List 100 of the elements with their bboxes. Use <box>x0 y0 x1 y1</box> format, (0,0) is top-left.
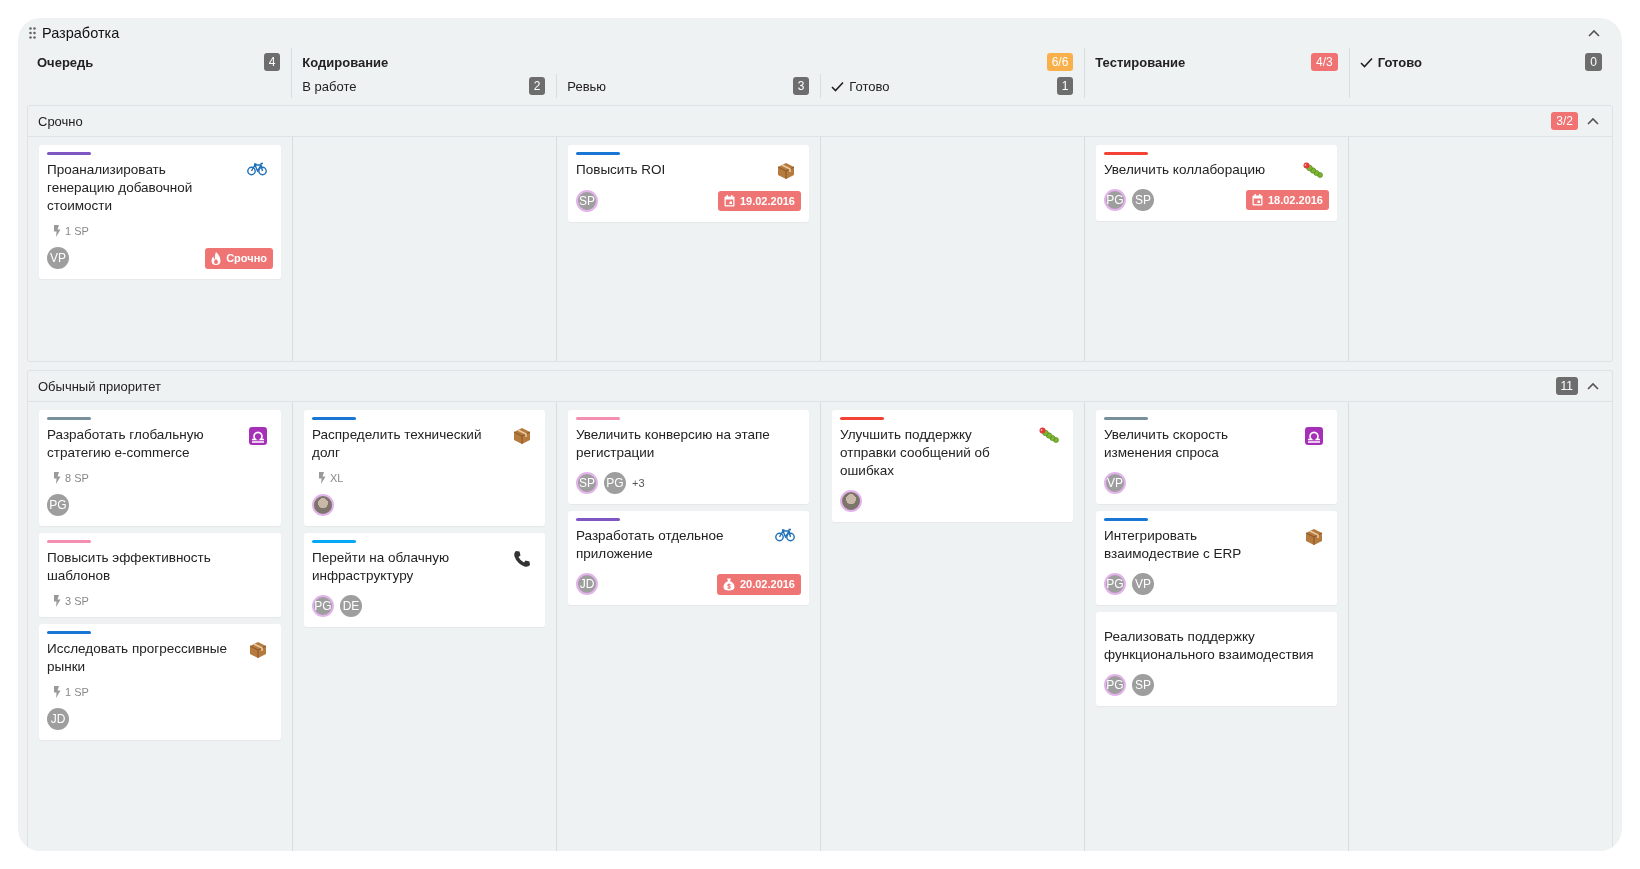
task-card[interactable]: Улучшить поддержку отправки сообщений об ошибках <box>832 410 1073 522</box>
collapse-chevron-icon[interactable] <box>1587 382 1599 390</box>
avatar-initials[interactable]: SP <box>576 190 598 212</box>
package-icon <box>249 641 267 659</box>
tag-text: 18.02.2016 <box>1267 194 1323 206</box>
bicycle-icon <box>775 528 795 542</box>
lightning-icon <box>53 595 61 607</box>
task-card[interactable]: Увеличить коллаборацию PG SP 18.02.2016 <box>1096 145 1337 221</box>
caterpillar-icon <box>1303 162 1323 178</box>
card-title: Перейти на облачную инфраструктуру <box>312 549 451 585</box>
avatar-initials[interactable]: DE <box>340 595 362 617</box>
swimlane-title: Срочно <box>38 113 84 129</box>
column-title: Кодирование <box>302 54 389 70</box>
count-badge: 1 <box>1056 77 1074 95</box>
avatar-initials[interactable]: VP <box>1104 472 1126 494</box>
task-card[interactable]: Повысить ROI SP 19.02.2016 <box>568 145 809 222</box>
task-card[interactable]: Увеличить конверсию на этапе регистрации SP PG +3 <box>568 410 809 504</box>
task-card[interactable]: Разработать отдельное приложение JD 20.02.2016 <box>568 511 809 605</box>
count-badge: 4/3 <box>1310 53 1338 71</box>
estimate-text: 1 SP <box>65 686 89 698</box>
card-title: Разработать глобальную стратегию e-commerce <box>47 426 205 462</box>
task-card[interactable]: Распределить технический долг XL <box>304 410 545 526</box>
package-icon <box>513 427 531 445</box>
card-title: Повысить ROI <box>576 161 667 179</box>
avatar-initials[interactable]: PG <box>1104 573 1126 595</box>
package-icon <box>777 162 795 180</box>
task-card[interactable]: Повысить эффективность шаблонов 3 SP <box>39 533 281 617</box>
card-title: Увеличить конверсию на этапе регистрации <box>576 426 771 462</box>
lightning-icon <box>318 472 326 484</box>
collapse-chevron-icon[interactable] <box>1587 117 1599 125</box>
subcolumn-title: Ревью <box>567 78 607 94</box>
estimate-text: 1 SP <box>65 225 89 237</box>
column-title: Готово <box>1377 54 1422 70</box>
avatar-initials[interactable]: VP <box>47 247 69 269</box>
check-icon <box>1359 56 1373 68</box>
count-badge: 3/2 <box>1551 112 1578 130</box>
libra-icon <box>249 427 267 445</box>
count-badge: 0 <box>1585 53 1602 71</box>
task-card[interactable]: Исследовать прогрессивные рынки 1 SP JD <box>39 624 281 740</box>
money-bag-icon <box>722 577 735 591</box>
calendar-icon <box>1251 194 1263 206</box>
card-title: Улучшить поддержку отправки сообщений об ошибках <box>840 426 991 480</box>
tag-text: 20.02.2016 <box>739 578 795 590</box>
board-title: Разработка <box>42 25 121 41</box>
column-title: Тестирование <box>1095 54 1186 70</box>
task-card[interactable]: Разработать глобальную стратегию e-commerce 8 SP PG <box>39 410 281 526</box>
avatar-initials[interactable]: SP <box>1132 189 1154 211</box>
task-card[interactable]: Интегрировать взаимодествие с ERP PG VP <box>1096 511 1337 605</box>
avatar-initials[interactable]: JD <box>576 573 598 595</box>
libra-icon <box>1305 427 1323 445</box>
task-card[interactable]: Реализовать поддержку функционального взаимодествия PG SP <box>1096 612 1337 706</box>
column-title: Очередь <box>37 54 94 70</box>
flame-icon <box>211 251 222 265</box>
avatar-initials[interactable]: SP <box>576 472 598 494</box>
more-assignees-count[interactable]: +3 <box>632 477 645 489</box>
avatar-initials[interactable]: JD <box>47 708 69 730</box>
count-badge: 4 <box>263 53 281 71</box>
estimate-text: 8 SP <box>65 472 89 484</box>
estimate-text: 3 SP <box>65 595 89 607</box>
task-card[interactable]: Перейти на облачную инфраструктуру PG DE <box>304 533 545 627</box>
tag-text: Срочно <box>226 252 267 264</box>
swimlane-title: Обычный приоритет <box>38 378 162 394</box>
estimate-text: XL <box>330 472 344 484</box>
tag-text: 19.02.2016 <box>739 195 795 207</box>
card-title: Проанализировать генерацию добавочной стоимости <box>47 161 194 215</box>
count-badge: 6/6 <box>1046 53 1074 71</box>
avatar-initials[interactable]: PG <box>1104 674 1126 696</box>
drag-handle-icon[interactable] <box>29 27 36 39</box>
card-title: Увеличить коллаборацию <box>1104 161 1267 179</box>
task-card[interactable]: Проанализировать генерацию добавочной стоимости 1 SP VP Срочно <box>39 145 281 279</box>
subcolumn-title: В работе <box>302 78 357 94</box>
calendar-icon <box>723 195 735 207</box>
card-title: Повысить эффективность шаблонов <box>47 549 212 585</box>
lightning-icon <box>53 472 61 484</box>
check-icon <box>831 80 845 92</box>
card-title: Увеличить скорость изменения спроса <box>1104 426 1230 462</box>
avatar-initials[interactable]: PG <box>312 595 334 617</box>
bicycle-icon <box>247 162 267 176</box>
avatar-photo[interactable] <box>840 490 862 512</box>
count-badge: 11 <box>1555 377 1578 395</box>
card-title: Распределить технический долг <box>312 426 483 462</box>
avatar-initials[interactable]: PG <box>47 494 69 516</box>
avatar-initials[interactable]: SP <box>1132 674 1154 696</box>
count-badge: 3 <box>792 77 810 95</box>
card-title: Исследовать прогрессивные рынки <box>47 640 229 676</box>
collapse-chevron-icon[interactable] <box>1588 29 1600 37</box>
subcolumn-title: Готово <box>849 78 890 94</box>
lightning-icon <box>53 686 61 698</box>
package-icon <box>1305 528 1323 546</box>
card-title: Реализовать поддержку функционального взаимодествия <box>1104 628 1315 664</box>
avatar-photo[interactable] <box>312 494 334 516</box>
avatar-initials[interactable]: PG <box>604 472 626 494</box>
card-title: Интегрировать взаимодествие с ERP <box>1104 527 1243 563</box>
card-title: Разработать отдельное приложение <box>576 527 725 563</box>
lightning-icon <box>53 225 61 237</box>
avatar-initials[interactable]: PG <box>1104 189 1126 211</box>
caterpillar-icon <box>1039 427 1059 443</box>
task-card[interactable]: Увеличить скорость изменения спроса VP <box>1096 410 1337 504</box>
phone-icon <box>513 550 531 568</box>
avatar-initials[interactable]: VP <box>1132 573 1154 595</box>
